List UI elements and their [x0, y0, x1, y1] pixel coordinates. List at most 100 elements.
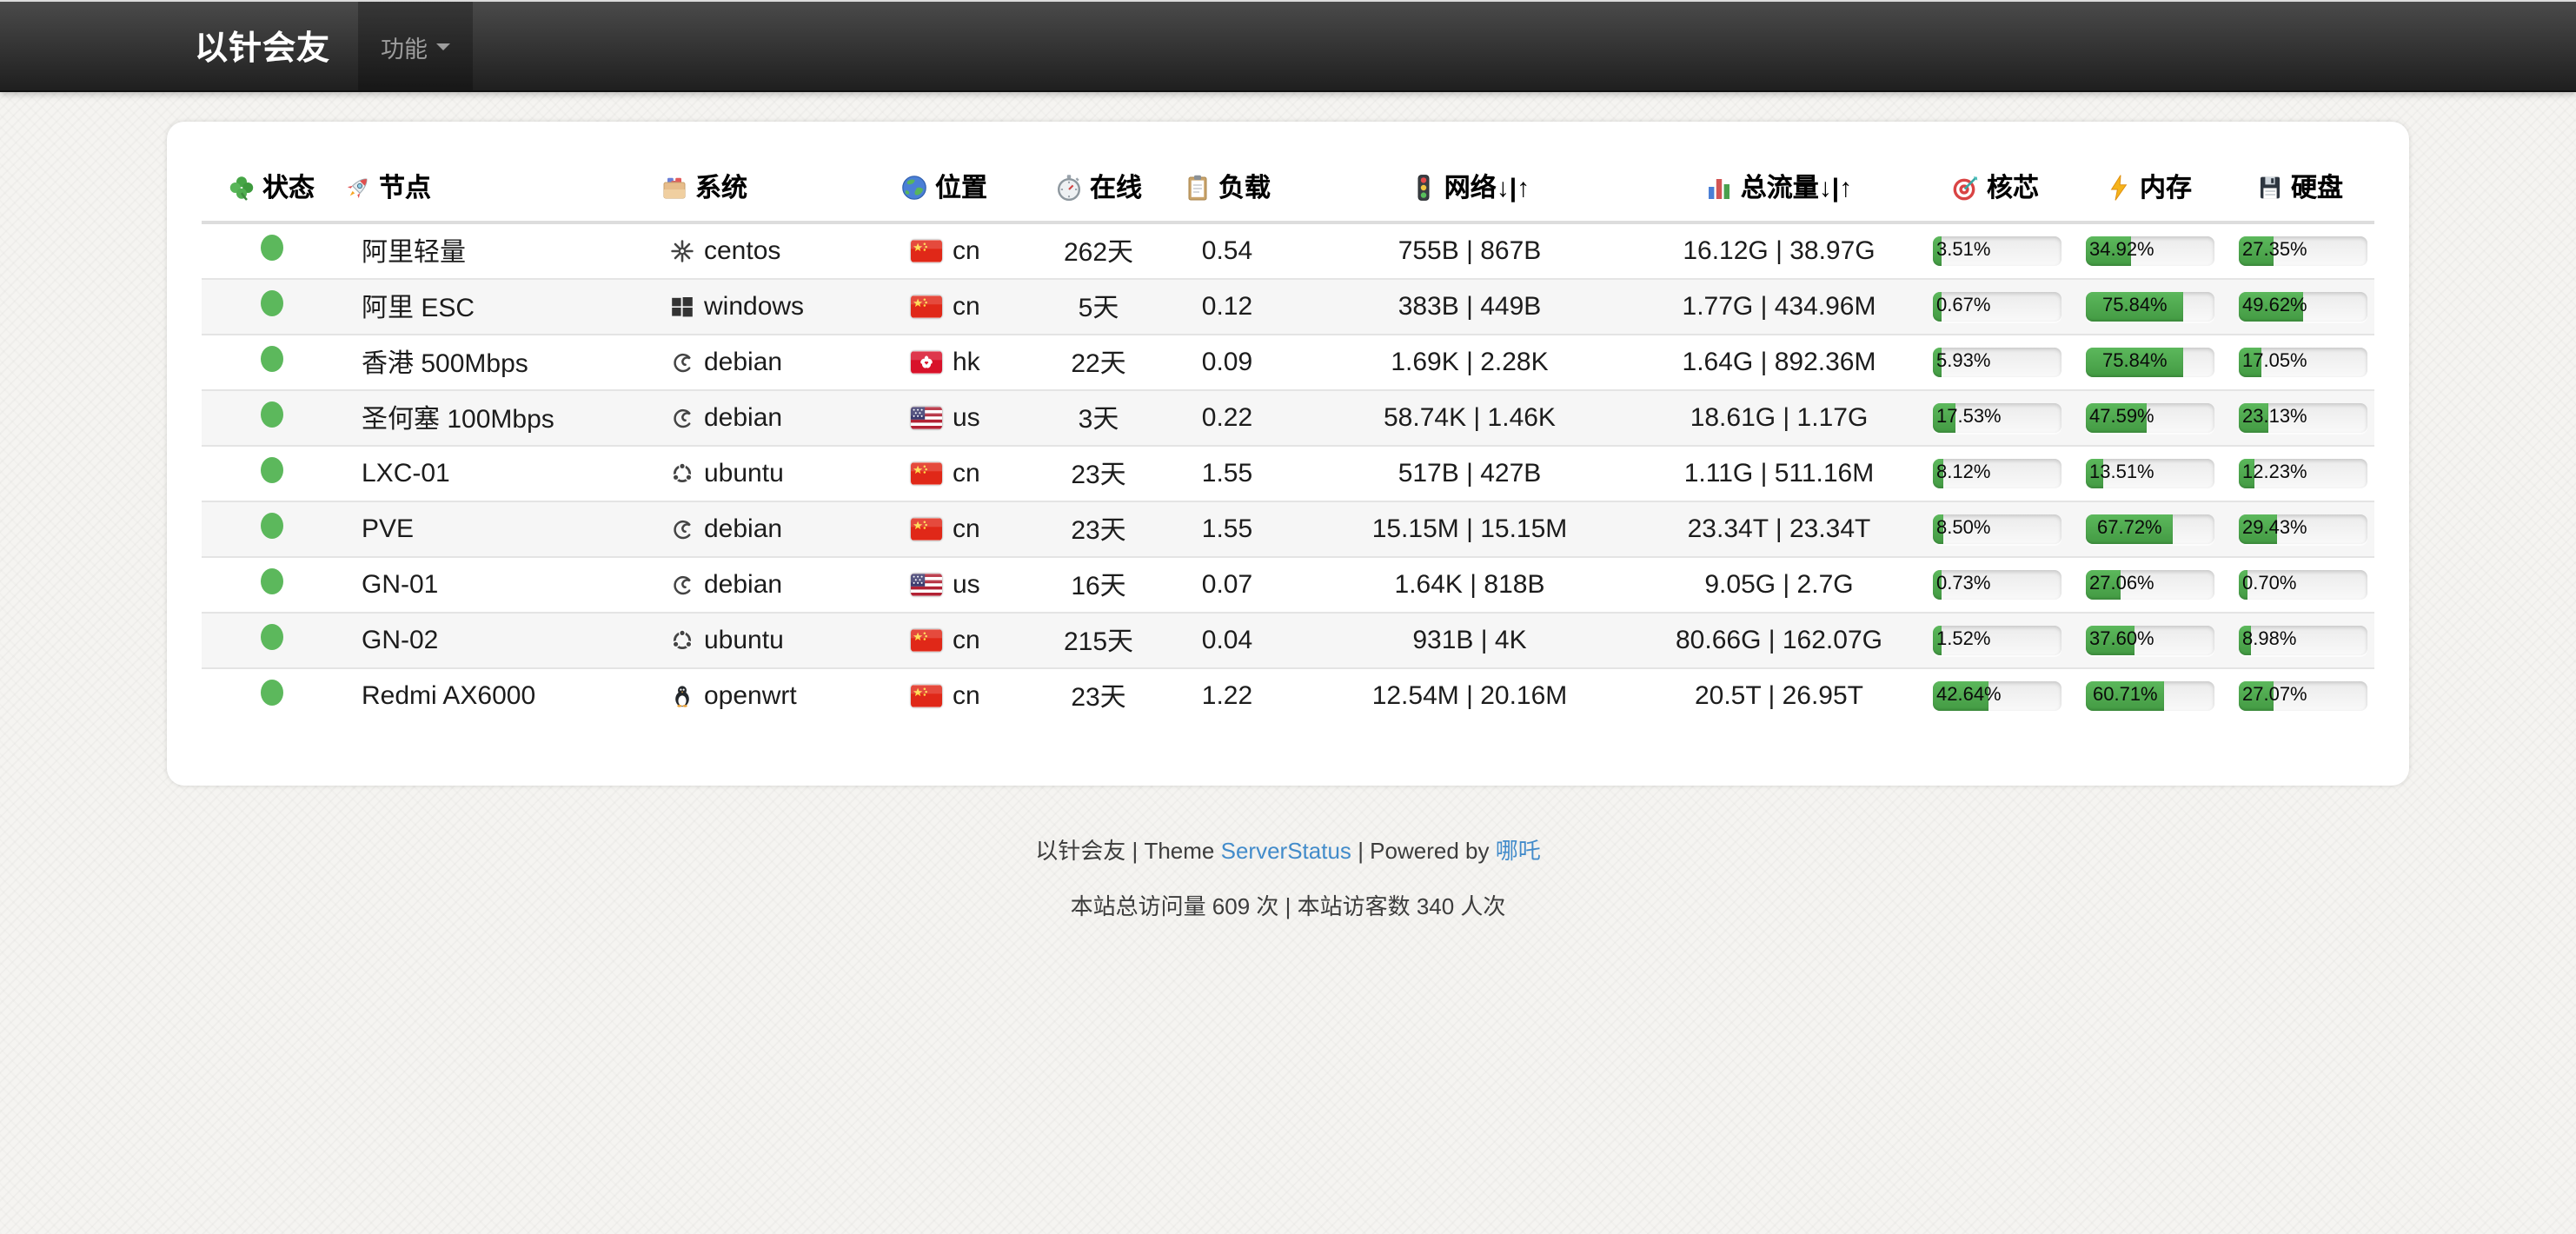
server-row[interactable]: LXC-01ubuntucn23天1.55517B | 427B1.11G | … [202, 446, 2374, 501]
theme-link[interactable]: ServerStatus [1221, 838, 1351, 864]
server-name: PVE [362, 514, 414, 544]
globe-icon [900, 174, 928, 202]
cpu-usage-label: 1.52% [1936, 626, 1990, 655]
status-online-dot [260, 680, 282, 706]
server-name: 圣何塞 100Mbps [362, 405, 554, 435]
column-header-clover: 状态 [202, 156, 341, 222]
cpu-usage-bar: 8.12% [1933, 459, 2061, 488]
network-speed: 1.69K | 2.28K [1391, 348, 1548, 377]
cn-flag-icon [911, 240, 942, 262]
os-name: windows [704, 292, 804, 322]
column-header-label: 负载 [1218, 174, 1271, 203]
column-header-lightning: 内存 [2072, 156, 2225, 222]
hdd-usage-label: 49.62% [2242, 292, 2307, 322]
os-name: debian [704, 570, 782, 600]
cpu-usage-bar: 0.73% [1933, 570, 2061, 600]
location-code: cn [953, 459, 980, 488]
network-speed: 12.54M | 20.16M [1372, 681, 1568, 711]
ram-usage-label: 13.51% [2089, 459, 2154, 488]
load-average: 0.04 [1202, 626, 1252, 655]
server-row[interactable]: 香港 500Mbpsdebianhk22天0.091.69K | 2.28K1.… [202, 335, 2374, 390]
uptime: 3天 [1079, 405, 1119, 435]
card-index-icon [661, 174, 688, 202]
floppy-icon [2256, 174, 2284, 202]
uptime: 16天 [1071, 572, 1125, 601]
server-row[interactable]: Redmi AX6000openwrtcn23天1.2212.54M | 20.… [202, 668, 2374, 723]
network-speed: 1.64K | 818B [1395, 570, 1545, 600]
load-average: 0.12 [1202, 292, 1252, 322]
cn-flag-icon [911, 462, 942, 485]
ram-usage-bar: 75.84% [2086, 292, 2214, 322]
column-header-label: 系统 [695, 174, 747, 203]
uptime: 5天 [1079, 294, 1119, 323]
hdd-usage-bar: 8.98% [2239, 626, 2367, 655]
features-dropdown[interactable]: 功能 [358, 2, 473, 90]
column-header-label: 硬盘 [2291, 174, 2343, 203]
debian-os-icon [671, 351, 694, 374]
status-online-dot [260, 346, 282, 372]
server-row[interactable]: PVEdebiancn23天1.5515.15M | 15.15M23.34T … [202, 501, 2374, 557]
ram-usage-label: 60.71% [2093, 681, 2158, 711]
total-traffic: 23.34T | 23.34T [1688, 514, 1871, 544]
powered-by-link[interactable]: 哪吒 [1496, 838, 1541, 864]
hdd-usage-bar: 17.05% [2239, 348, 2367, 377]
ram-usage-label: 47.59% [2089, 403, 2154, 433]
total-traffic: 18.61G | 1.17G [1690, 403, 1869, 433]
cpu-usage-label: 42.64% [1936, 681, 2002, 711]
uptime: 215天 [1064, 627, 1133, 657]
brand-link[interactable]: 以针会友 [195, 2, 330, 90]
top-navbar: 以针会友 功能 [0, 0, 2576, 92]
cn-flag-icon [911, 295, 942, 318]
server-row[interactable]: GN-01debianus16天0.071.64K | 818B9.05G | … [202, 557, 2374, 613]
table-header-row: 状态节点系统位置在线负载网络↓|↑总流量↓|↑核芯内存硬盘 [202, 156, 2374, 222]
location-code: cn [953, 236, 980, 266]
cpu-usage-bar: 42.64% [1933, 681, 2061, 711]
server-row[interactable]: 阿里轻量centoscn262天0.54755B | 867B16.12G | … [202, 222, 2374, 279]
server-row[interactable]: GN-02ubuntucn215天0.04931B | 4K80.66G | 1… [202, 613, 2374, 668]
total-traffic: 1.64G | 892.36M [1683, 348, 1876, 377]
network-speed: 517B | 427B [1398, 459, 1542, 488]
clover-icon [228, 174, 256, 202]
ram-usage-bar: 37.60% [2086, 626, 2214, 655]
ram-usage-label: 75.84% [2102, 292, 2168, 322]
ubuntu-os-icon [671, 462, 694, 485]
server-name: Redmi AX6000 [362, 681, 535, 711]
network-speed: 383B | 449B [1398, 292, 1542, 322]
hdd-usage-label: 23.13% [2242, 403, 2307, 433]
hdd-usage-label: 8.98% [2242, 626, 2296, 655]
us-flag-icon [911, 574, 942, 596]
hdd-usage-label: 29.43% [2242, 514, 2307, 544]
ram-usage-label: 75.84% [2102, 348, 2168, 377]
total-traffic: 9.05G | 2.7G [1704, 570, 1853, 600]
total-traffic: 1.11G | 511.16M [1684, 459, 1875, 488]
openwrt-os-icon [671, 685, 694, 707]
status-online-dot [260, 513, 282, 539]
cpu-usage-bar: 5.93% [1933, 348, 2061, 377]
hdd-usage-bar: 0.70% [2239, 570, 2367, 600]
uptime: 262天 [1064, 238, 1133, 268]
cpu-usage-bar: 1.52% [1933, 626, 2061, 655]
ram-usage-label: 27.06% [2089, 570, 2154, 600]
os-name: debian [704, 403, 782, 433]
status-online-dot [260, 457, 282, 483]
server-row[interactable]: 圣何塞 100Mbpsdebianus3天0.2258.74K | 1.46K1… [202, 390, 2374, 446]
column-header-globe: 位置 [897, 156, 1043, 222]
features-dropdown-label: 功能 [381, 29, 428, 63]
hdd-usage-bar: 49.62% [2239, 292, 2367, 322]
ram-usage-label: 37.60% [2089, 626, 2154, 655]
location-code: cn [953, 292, 980, 322]
hdd-usage-bar: 23.13% [2239, 403, 2367, 433]
server-row[interactable]: 阿里 ESCwindowscn5天0.12383B | 449B1.77G | … [202, 279, 2374, 335]
cpu-usage-label: 3.51% [1936, 236, 1990, 266]
server-name: 阿里轻量 [362, 238, 466, 268]
footer-visit-stats: 本站总访问量 609 次 | 本站访客数 340 人次 [0, 888, 2576, 921]
column-header-label: 网络↓|↑ [1444, 174, 1530, 203]
os-name: debian [704, 348, 782, 377]
ram-usage-bar: 67.72% [2086, 514, 2214, 544]
server-table: 状态节点系统位置在线负载网络↓|↑总流量↓|↑核芯内存硬盘 阿里轻量centos… [202, 156, 2374, 723]
hdd-usage-bar: 27.35% [2239, 236, 2367, 266]
traffic-light-icon [1410, 174, 1437, 202]
cpu-usage-bar: 0.67% [1933, 292, 2061, 322]
column-header-label: 节点 [379, 174, 431, 203]
cn-flag-icon [911, 518, 942, 541]
